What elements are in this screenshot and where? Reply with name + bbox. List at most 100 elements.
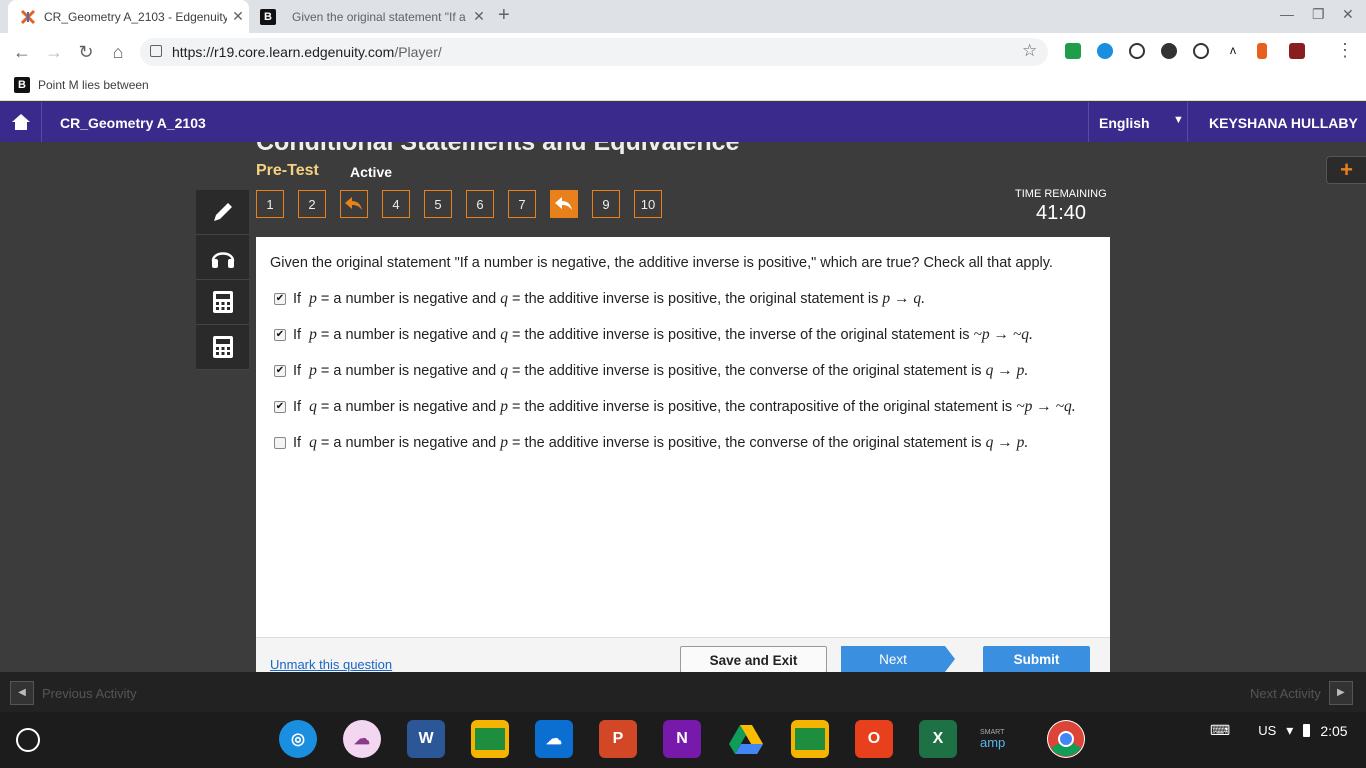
office-app-icon[interactable]: O xyxy=(855,720,893,758)
new-tab-icon[interactable]: + xyxy=(498,4,510,27)
question-nav-5[interactable]: 5 xyxy=(424,190,452,218)
back-icon[interactable]: ← xyxy=(10,40,34,64)
checkbox-checked[interactable]: ✔ xyxy=(274,329,286,341)
pencil-tool[interactable] xyxy=(196,190,249,235)
checkbox-checked[interactable]: ✔ xyxy=(274,401,286,413)
system-tray[interactable]: ⌨ US ▾ 2:05 xyxy=(1210,722,1348,739)
expand-plus-button[interactable]: + xyxy=(1326,156,1366,184)
option-text: If xyxy=(293,435,302,451)
question-nav-4[interactable]: 4 xyxy=(382,190,410,218)
chrome-app-icon[interactable] xyxy=(1047,720,1085,758)
bookmark-bar xyxy=(0,70,1366,101)
headphones-icon xyxy=(211,252,234,268)
locale-label: US xyxy=(1258,723,1277,738)
submit-button[interactable]: Submit xyxy=(983,646,1090,673)
url-path: /Player/ xyxy=(394,44,442,60)
address-bar[interactable]: https://r19.core.learn.edgenuity.com/Pla… xyxy=(140,38,1048,66)
page-info-icon[interactable] xyxy=(150,45,162,57)
option-text: = a number is negative and xyxy=(320,363,497,379)
answer-option-2[interactable]: ✔ If p = a number is negative and q = th… xyxy=(274,326,1033,344)
browser-tab-active[interactable]: CR_Geometry A_2103 - Edgenuity ✕ xyxy=(8,0,249,33)
browser-tab[interactable]: B Given the original statement "If a ✕ xyxy=(250,0,490,33)
minimize-icon[interactable]: — xyxy=(1280,6,1294,22)
question-nav-2[interactable]: 2 xyxy=(298,190,326,218)
smart-amp-app-icon[interactable]: SMART amp xyxy=(980,728,1005,750)
answer-option-1[interactable]: ✔ If p = a number is negative and q = th… xyxy=(274,290,925,308)
chevron-right-icon: ▶ xyxy=(1328,681,1353,705)
reload-icon[interactable]: ↻ xyxy=(74,40,98,64)
forward-icon[interactable]: → xyxy=(42,40,66,64)
next-button[interactable]: Next xyxy=(841,646,945,673)
extension-icon[interactable] xyxy=(1289,43,1305,59)
extension-icon[interactable] xyxy=(1257,43,1267,59)
next-activity-button[interactable]: Next Activity ▶ xyxy=(1250,681,1353,705)
question-nav-7[interactable]: 7 xyxy=(508,190,536,218)
option-var: q xyxy=(500,290,509,307)
answer-option-3[interactable]: ✔ If p = a number is negative and q = th… xyxy=(274,362,1028,380)
question-nav-8-current[interactable] xyxy=(550,190,578,218)
home-icon xyxy=(11,114,30,130)
shield-extension-icon[interactable] xyxy=(1097,43,1113,59)
calculator-tool[interactable] xyxy=(196,280,249,325)
next-button-arrow[interactable] xyxy=(945,646,955,672)
onedrive-app-icon[interactable]: ☁ xyxy=(535,720,573,758)
option-expression: p → q. xyxy=(882,290,926,307)
checkbox-checked[interactable]: ✔ xyxy=(274,293,286,305)
close-tab-icon[interactable]: ✕ xyxy=(468,8,490,25)
browser-menu-icon[interactable]: ⋮ xyxy=(1336,40,1354,61)
option-var: q xyxy=(500,326,509,343)
classroom-extension-icon[interactable] xyxy=(1065,43,1081,59)
tool-panel xyxy=(196,190,249,370)
wifi-icon: ▾ xyxy=(1286,722,1294,738)
onenote-app-icon[interactable]: N xyxy=(663,720,701,758)
close-tab-icon[interactable]: ✕ xyxy=(227,8,249,25)
privacy-extension-icon[interactable] xyxy=(1129,43,1145,59)
checkbox-unchecked[interactable] xyxy=(274,437,286,449)
scientific-calculator-tool[interactable] xyxy=(196,325,249,370)
home-icon[interactable]: ⌂ xyxy=(106,40,130,64)
url-host: https://r19.core.learn.edgenuity.com xyxy=(172,44,395,60)
chat-extension-icon[interactable] xyxy=(1161,43,1177,59)
word-app-icon[interactable]: W xyxy=(407,720,445,758)
brainly-favicon-icon: B xyxy=(260,8,276,25)
question-nav-9[interactable]: 9 xyxy=(592,190,620,218)
classroom-app-icon[interactable] xyxy=(791,720,829,758)
option-var: q xyxy=(500,362,509,379)
extension-icon[interactable]: ʌ xyxy=(1225,43,1241,59)
option-var: p xyxy=(309,326,317,343)
option-text: = a number is negative and xyxy=(320,399,497,415)
launcher-icon[interactable] xyxy=(16,728,40,752)
classroom-app-icon[interactable] xyxy=(471,720,509,758)
settings-extension-icon[interactable] xyxy=(1193,43,1209,59)
question-nav-1[interactable]: 1 xyxy=(256,190,284,218)
question-nav-10[interactable]: 10 xyxy=(634,190,662,218)
bookmark-item[interactable]: B Point M lies between xyxy=(14,77,149,93)
activity-mode: Pre-Test xyxy=(256,162,319,179)
answer-option-4[interactable]: ✔ If q = a number is negative and p = th… xyxy=(274,398,1076,416)
restore-icon[interactable]: ❐ xyxy=(1312,6,1325,23)
question-nav-6[interactable]: 6 xyxy=(466,190,494,218)
question-nav-3-marked[interactable] xyxy=(340,190,368,218)
keyboard-icon: ⌨ xyxy=(1210,722,1231,738)
excel-app-icon[interactable]: X xyxy=(919,720,957,758)
target-app-icon[interactable]: ◎ xyxy=(279,720,317,758)
previous-activity-button[interactable]: ◀ Previous Activity xyxy=(10,681,137,705)
edgenuity-favicon-icon xyxy=(20,9,36,24)
brainly-favicon-icon: B xyxy=(14,77,30,93)
unmark-question-link[interactable]: Unmark this question xyxy=(270,657,392,672)
checkbox-checked[interactable]: ✔ xyxy=(274,365,286,377)
close-window-icon[interactable]: ✕ xyxy=(1342,6,1354,23)
language-select[interactable]: English ▼ xyxy=(1088,102,1188,142)
audio-tool[interactable] xyxy=(196,235,249,280)
timer-value: 41:40 xyxy=(1036,202,1087,224)
powerpoint-app-icon[interactable]: P xyxy=(599,720,637,758)
google-drive-app-icon[interactable] xyxy=(727,720,765,758)
user-name[interactable]: KEYSHANA HULLABY xyxy=(1209,115,1358,131)
bookmark-star-icon[interactable]: ☆ xyxy=(1022,41,1037,61)
home-button[interactable] xyxy=(0,102,42,142)
thought-bubble-app-icon[interactable]: ☁ xyxy=(343,720,381,758)
option-expression: ~p → ~q. xyxy=(973,326,1033,343)
answer-option-5[interactable]: If q = a number is negative and p = the … xyxy=(274,434,1028,452)
next-activity-label: Next Activity xyxy=(1250,685,1321,701)
save-and-exit-button[interactable]: Save and Exit xyxy=(680,646,827,673)
